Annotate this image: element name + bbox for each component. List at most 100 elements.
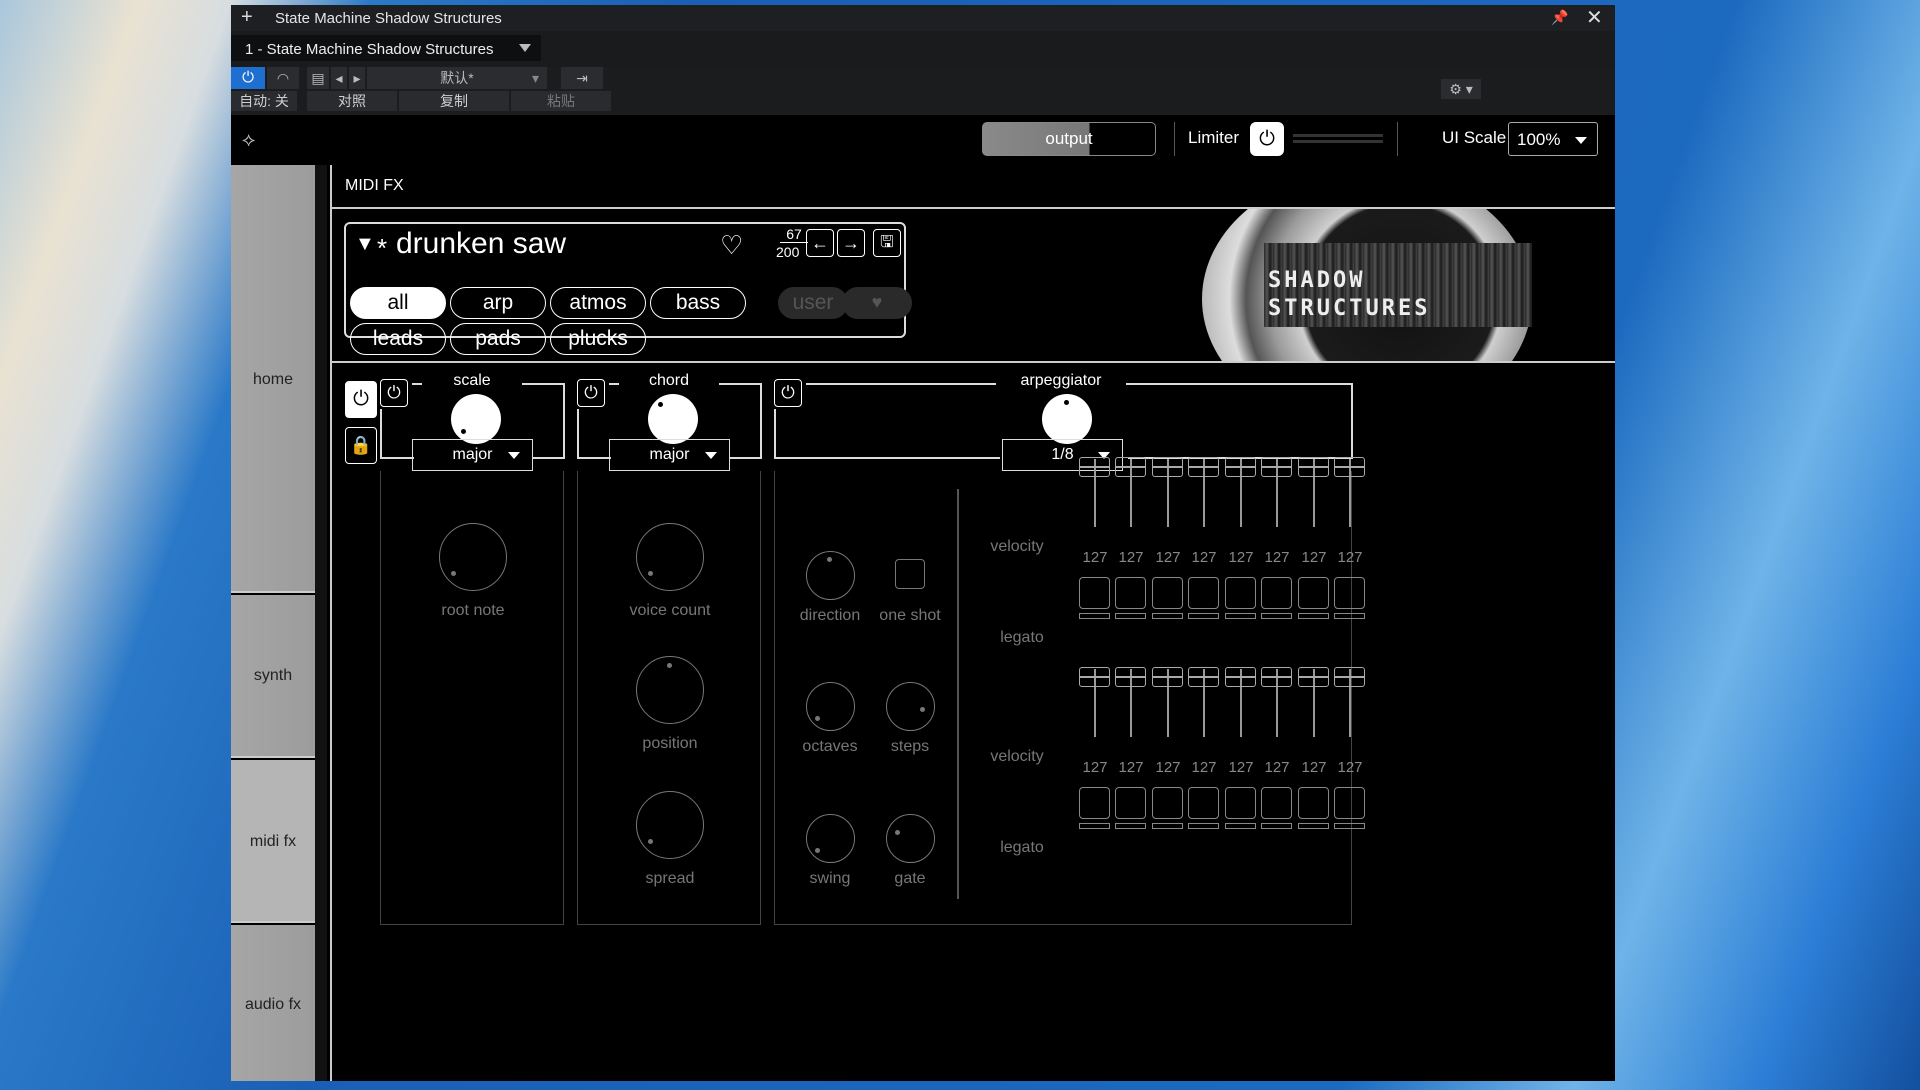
- chevron-down-icon[interactable]: [519, 44, 531, 52]
- velocity-slider-handle[interactable]: [1334, 667, 1365, 687]
- prev-preset-arrow-icon[interactable]: ←: [806, 229, 834, 257]
- legato-step-toggle[interactable]: [1298, 787, 1329, 819]
- category-bass[interactable]: bass: [650, 287, 746, 319]
- velocity-slider-handle[interactable]: [1298, 457, 1329, 477]
- velocity-slider-handle[interactable]: [1152, 457, 1183, 477]
- pin-icon[interactable]: 📌: [1551, 9, 1568, 26]
- bypass-icon[interactable]: ◠: [267, 67, 299, 89]
- logo-text: SHADOW STRUCTURES: [1268, 268, 1431, 321]
- next-preset-arrow-icon[interactable]: →: [837, 229, 865, 257]
- scale-power-icon[interactable]: ⏻: [380, 379, 408, 407]
- spread-knob[interactable]: [636, 791, 704, 859]
- velocity-slider-handle[interactable]: [1079, 457, 1110, 477]
- preset-file-icon[interactable]: ▤: [307, 67, 329, 89]
- user-filter-button[interactable]: user: [778, 287, 848, 319]
- legato-step-toggle[interactable]: [1115, 787, 1146, 819]
- direction-knob[interactable]: [806, 551, 855, 600]
- legato-step-toggle[interactable]: [1152, 787, 1183, 819]
- legato-step-toggle[interactable]: [1188, 577, 1219, 609]
- velocity-value: 127: [1301, 549, 1327, 566]
- legato-step-toggle[interactable]: [1225, 787, 1256, 819]
- legato-step-toggle[interactable]: [1079, 577, 1110, 609]
- category-pads[interactable]: pads: [450, 323, 546, 355]
- divider: [577, 409, 579, 459]
- preset-total: 200: [776, 244, 800, 260]
- paste-button[interactable]: 粘贴: [511, 91, 611, 111]
- legato-step-toggle[interactable]: [1261, 577, 1292, 609]
- ui-scale-select[interactable]: 100%: [1508, 122, 1598, 156]
- velocity-slider-handle[interactable]: [1188, 667, 1219, 687]
- prev-preset-icon[interactable]: ◂: [331, 67, 347, 89]
- global-power-icon[interactable]: ⏻: [345, 381, 377, 418]
- compare-button[interactable]: 对照: [307, 91, 397, 111]
- sidebar-item-home[interactable]: home: [231, 165, 315, 593]
- ui-scale-value: 100%: [1517, 130, 1561, 149]
- position-knob[interactable]: [636, 656, 704, 724]
- favorite-heart-icon[interactable]: ♡: [720, 230, 743, 261]
- legato-step-toggle[interactable]: [1261, 787, 1292, 819]
- close-icon[interactable]: ✕: [1586, 5, 1603, 30]
- instance-tab[interactable]: 1 - State Machine Shadow Structures: [231, 35, 541, 61]
- auto-label[interactable]: 自动: 关: [231, 91, 297, 111]
- category-leads[interactable]: leads: [350, 323, 446, 355]
- output-button[interactable]: output: [982, 122, 1156, 156]
- voice-count-knob[interactable]: [636, 523, 704, 591]
- settings-gear-icon[interactable]: ⚙ ▾: [1441, 79, 1481, 99]
- velocity-slider-handle[interactable]: [1225, 457, 1256, 477]
- scale-knob[interactable]: [451, 394, 501, 444]
- velocity-slider-handle[interactable]: [1152, 667, 1183, 687]
- scale-mode-select[interactable]: major: [412, 439, 533, 471]
- legato-step-toggle[interactable]: [1079, 787, 1110, 819]
- copy-button[interactable]: 复制: [399, 91, 509, 111]
- legato-step-toggle[interactable]: [1188, 787, 1219, 819]
- chord-knob[interactable]: [648, 394, 698, 444]
- chord-power-icon[interactable]: ⏻: [577, 379, 605, 407]
- preset-menu-chevron-icon[interactable]: ▼: [355, 233, 375, 256]
- legato-step-toggle[interactable]: [1225, 577, 1256, 609]
- lock-icon[interactable]: 🔒: [345, 427, 377, 464]
- category-atmos[interactable]: atmos: [550, 287, 646, 319]
- octaves-knob[interactable]: [806, 682, 855, 731]
- favorites-filter-heart-icon[interactable]: ♥: [842, 287, 912, 319]
- legato-step-toggle[interactable]: [1334, 577, 1365, 609]
- sidechain-icon[interactable]: ⇥: [561, 67, 603, 89]
- chord-mode-select[interactable]: major: [609, 439, 730, 471]
- preset-select[interactable]: 默认* ▾: [367, 67, 547, 89]
- category-arp[interactable]: arp: [450, 287, 546, 319]
- legato-step-toggle[interactable]: [1298, 577, 1329, 609]
- limiter-power-icon[interactable]: ⏻: [1250, 122, 1284, 156]
- chevron-down-icon: [705, 452, 717, 459]
- velocity-slider-handle[interactable]: [1298, 667, 1329, 687]
- legato-step-toggle[interactable]: [1115, 577, 1146, 609]
- velocity-value: 127: [1082, 549, 1108, 566]
- add-icon[interactable]: +: [241, 6, 253, 29]
- sidebar-item-synth[interactable]: synth: [231, 595, 315, 758]
- power-icon[interactable]: ⏻: [231, 67, 265, 89]
- velocity-slider-handle[interactable]: [1115, 457, 1146, 477]
- velocity-slider-handle[interactable]: [1261, 667, 1292, 687]
- legato-step-toggle[interactable]: [1334, 787, 1365, 819]
- arp-rate-knob[interactable]: [1042, 394, 1092, 444]
- one-shot-checkbox[interactable]: [895, 559, 925, 589]
- velocity-slider-handle[interactable]: [1188, 457, 1219, 477]
- velocity-slider-handle[interactable]: [1261, 457, 1292, 477]
- step-indicator: [1261, 823, 1292, 829]
- arp-power-icon[interactable]: ⏻: [774, 379, 802, 407]
- category-plucks[interactable]: plucks: [550, 323, 646, 355]
- velocity-slider-handle[interactable]: [1334, 457, 1365, 477]
- legato-step-toggle[interactable]: [1152, 577, 1183, 609]
- save-icon[interactable]: 🖫: [873, 229, 901, 257]
- root-note-knob[interactable]: [439, 523, 507, 591]
- gate-knob[interactable]: [886, 814, 935, 863]
- steps-knob[interactable]: [886, 682, 935, 731]
- velocity-slider-handle[interactable]: [1225, 667, 1256, 687]
- next-preset-icon[interactable]: ▸: [349, 67, 365, 89]
- modified-asterisk: *: [377, 233, 388, 263]
- sidebar-item-audio-fx[interactable]: audio fx: [231, 925, 315, 1081]
- swing-knob[interactable]: [806, 814, 855, 863]
- velocity-slider-handle[interactable]: [1079, 667, 1110, 687]
- category-all[interactable]: all: [350, 287, 446, 319]
- sidebar-item-midi-fx[interactable]: midi fx: [231, 760, 315, 923]
- knob-indicator: [658, 402, 663, 407]
- velocity-slider-handle[interactable]: [1115, 667, 1146, 687]
